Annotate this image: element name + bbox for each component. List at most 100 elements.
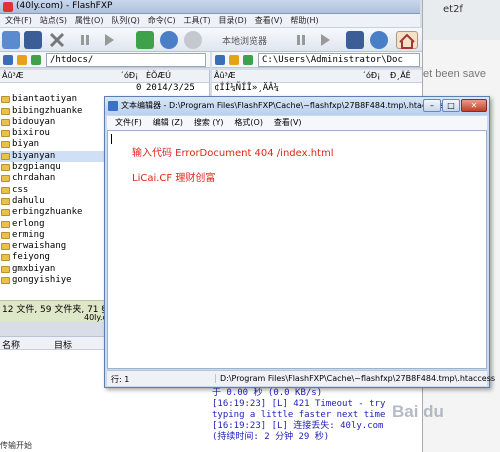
menu-tools[interactable]: 工具(T): [183, 14, 210, 28]
local-sync-icon[interactable]: [243, 55, 253, 65]
home-icon[interactable]: [396, 31, 418, 49]
log-line: [16:19:23] [L] 421 Timeout - try: [212, 399, 386, 409]
editor-app-icon: [108, 101, 118, 111]
editor-status-bar: 行: 1 D:\Program Files\FlashFXP\Cache\~fl…: [107, 370, 495, 386]
folder-name: biyan: [12, 139, 40, 150]
remote-path-input[interactable]: /htdocs/: [46, 53, 206, 67]
pause-icon[interactable]: [76, 31, 94, 49]
menu-queue[interactable]: 队列(Q): [111, 14, 140, 28]
folder-name: css: [12, 184, 29, 195]
folder-icon: [1, 209, 10, 217]
menu-command[interactable]: 命令(C): [148, 14, 176, 28]
column-size[interactable]: ´óÐ¡: [120, 70, 138, 82]
local-play-icon[interactable]: [316, 31, 334, 49]
column-date[interactable]: ÈÕÆÚ: [146, 70, 171, 82]
folder-icon: [1, 118, 10, 126]
menu-file[interactable]: 文件(F): [5, 14, 32, 28]
local-column-size[interactable]: ´óÐ¡: [362, 70, 380, 82]
folder-icon: [1, 175, 10, 183]
local-row[interactable]: ¢ÍÍ¼ÑÍÎ»¸ÄÂ¼: [212, 83, 422, 94]
folder-name: erbingzhuanke: [12, 207, 83, 218]
refresh-icon[interactable]: [160, 31, 178, 49]
local-refresh-icon[interactable]: [370, 31, 388, 49]
folder-name: gongyishiye: [12, 275, 72, 286]
folder-icon: [1, 277, 10, 285]
local-path-bar: C:\Users\Administrator\Doc: [212, 52, 422, 68]
folder-name: feiyong: [12, 252, 50, 263]
editor-menu-edit[interactable]: 编辑 (Z): [153, 116, 183, 130]
folder-name: bibingzhuanke: [12, 105, 83, 116]
editor-file-path: D:\Program Files\FlashFXP\Cache\~flashfx…: [215, 374, 495, 383]
menu-properties[interactable]: 属性(O): [75, 14, 104, 28]
local-column-name[interactable]: Âû³Æ: [214, 70, 236, 82]
editor-text-area[interactable]: 输入代码 ErrorDocument 404 /index.html LiCai…: [107, 130, 487, 369]
queue-column-name[interactable]: 名称: [2, 338, 20, 351]
log-line: (持续时间: 2 分钟 29 秒): [212, 432, 330, 442]
local-column-header: Âû³Æ ´óÐ¡ Ð¸ÄÊ: [212, 70, 422, 83]
column-name[interactable]: Âû³Æ: [2, 70, 24, 82]
local-site-icon[interactable]: [215, 55, 225, 65]
folder-icon: [1, 231, 10, 239]
transfer-icon[interactable]: [136, 31, 154, 49]
folder-icon: [1, 141, 10, 149]
abort-icon[interactable]: [48, 31, 66, 49]
folder-name: erwaishang: [12, 241, 67, 252]
local-pause-icon[interactable]: [292, 31, 310, 49]
maximize-button[interactable]: □: [442, 99, 460, 112]
log-line: [16:19:23] [L] 连接丢失: 40ly.com: [212, 421, 384, 431]
background-tab-label: et2f: [443, 4, 463, 15]
folder-name: dahulu: [12, 195, 45, 206]
local-favorites-icon[interactable]: [229, 55, 239, 65]
folder-icon: [1, 254, 10, 262]
connect-icon[interactable]: [2, 31, 20, 49]
disconnect-icon[interactable]: [24, 31, 42, 49]
menu-help[interactable]: 帮助(H): [290, 14, 318, 28]
local-browser-label: 本地浏览器: [222, 37, 268, 47]
text-cursor: [111, 134, 112, 144]
folder-icon: [1, 152, 10, 160]
remote-site-icon[interactable]: [3, 55, 13, 65]
folder-icon: [1, 130, 10, 138]
editor-line-2: LiCai.CF 理财创富: [132, 173, 216, 184]
folder-name: biyanyan: [12, 150, 56, 161]
main-toolbar: 本地浏览器: [0, 28, 422, 52]
menu-directory[interactable]: 目录(D): [218, 14, 246, 28]
folder-name: gmxbiyan: [12, 263, 56, 274]
folder-name: bzgpianqu: [12, 162, 61, 173]
background-tab[interactable]: et2f: [423, 0, 500, 40]
remote-favorites-icon[interactable]: [17, 55, 27, 65]
row-size: 0: [136, 83, 142, 93]
remote-sync-icon[interactable]: [31, 55, 41, 65]
globe-icon[interactable]: [184, 31, 202, 49]
editor-menu-file[interactable]: 文件(F): [115, 116, 142, 130]
folder-icon: [1, 107, 10, 115]
app-titlebar: (40ly.com) - FlashFXP: [0, 0, 420, 14]
editor-menu-bar: 文件(F) 编辑 (Z) 搜索 (Y) 格式(O) 查看(V): [107, 116, 487, 130]
log-line: typing a little faster next time: [212, 410, 386, 420]
close-button[interactable]: ✕: [461, 99, 487, 112]
editor-titlebar[interactable]: 文本编辑器 - D:\Program Files\FlashFXP\Cache\…: [105, 97, 489, 115]
remote-column-header: Âû³Æ ´óÐ¡ ÈÕÆÚ: [0, 70, 209, 83]
background-app-text: et been save: [423, 68, 486, 80]
queue-column-target[interactable]: 目标: [54, 338, 72, 351]
editor-menu-format[interactable]: 格式(O): [234, 116, 263, 130]
editor-menu-view[interactable]: 查看(V): [274, 116, 302, 130]
session-log: 于 0.00 秒 (0.0 KB/s) [16:19:23] [L] 421 T…: [210, 388, 422, 452]
baidu-watermark: Bai du: [392, 402, 498, 446]
menu-view[interactable]: 查看(V): [255, 14, 283, 28]
folder-name: biantaotiyan: [12, 94, 78, 105]
local-disconnect-icon[interactable]: [346, 31, 364, 49]
editor-menu-search[interactable]: 搜索 (Y): [194, 116, 224, 130]
menu-bar: 文件(F) 站点(S) 属性(O) 队列(Q) 命令(C) 工具(T) 目录(D…: [0, 14, 420, 28]
remote-parent-row[interactable]: 0 2014/3/25: [0, 83, 209, 94]
log-line: 于 0.00 秒 (0.0 KB/s): [212, 388, 323, 398]
folder-name: erming: [12, 229, 45, 240]
minimize-button[interactable]: –: [423, 99, 441, 112]
local-row-name: ¢ÍÍ¼ÑÍÎ»¸ÄÂ¼: [214, 83, 280, 93]
menu-sites[interactable]: 站点(S): [40, 14, 67, 28]
local-column-date[interactable]: Ð¸ÄÊ: [390, 70, 411, 82]
folder-icon: [1, 96, 10, 104]
play-icon[interactable]: [100, 31, 118, 49]
local-path-input[interactable]: C:\Users\Administrator\Doc: [258, 53, 420, 67]
editor-line-indicator: 行: 1: [111, 375, 130, 384]
